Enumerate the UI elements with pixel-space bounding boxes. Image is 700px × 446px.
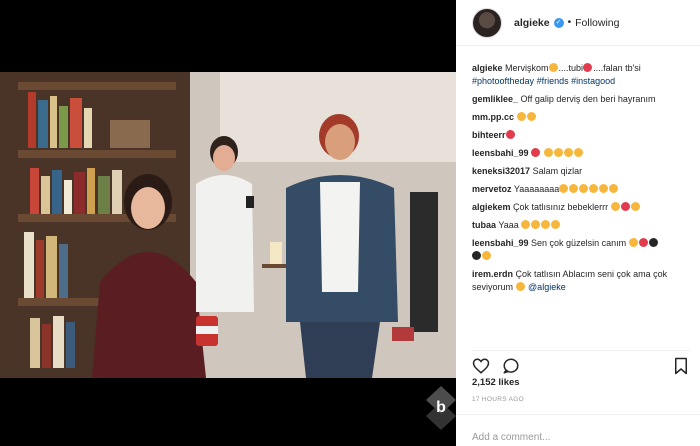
- heart-emoji-icon: [505, 130, 515, 139]
- watermark-logo: b: [426, 386, 456, 430]
- comments-list: algieke Mervişkom ....tubi ....falan tb'si…: [472, 62, 690, 346]
- post-header: algieke ✓ • Following: [456, 0, 700, 46]
- following-button[interactable]: Following: [575, 17, 619, 29]
- comment-username[interactable]: tubaa: [472, 220, 496, 230]
- heart-emoji-icon: [620, 202, 630, 211]
- comment-username[interactable]: leensbahi_99: [472, 148, 529, 158]
- comment-username[interactable]: mm.pp.cc: [472, 112, 514, 122]
- emoji-icon: [516, 112, 526, 121]
- comment-text: Yaaa: [496, 220, 519, 230]
- comment-username[interactable]: mervetoz: [472, 184, 512, 194]
- heart-emoji-icon: [472, 251, 481, 260]
- emoji-icon: [609, 184, 619, 193]
- emoji-icon: [599, 184, 609, 193]
- comment-input[interactable]: [472, 432, 672, 443]
- comment: keneksi32017 Salam qizlar: [472, 165, 690, 178]
- heart-emoji-icon: [648, 238, 658, 247]
- add-comment-bar: [456, 414, 700, 446]
- emoji-icon: [553, 148, 563, 157]
- likes-count[interactable]: 2,152 likes: [472, 377, 520, 388]
- bookmark-icon[interactable]: [672, 357, 690, 375]
- comment-username[interactable]: bihteerr: [472, 130, 506, 140]
- photo-illustration: [0, 72, 456, 378]
- comment-text-part: ....tubi: [558, 63, 584, 73]
- post-side-panel: algieke ✓ • Following algieke Mervişkom.…: [456, 0, 700, 446]
- heart-emoji-icon: [638, 238, 648, 247]
- comment: mervetoz Yaaaaaaaa: [472, 183, 690, 196]
- emoji-icon: [526, 112, 536, 121]
- comment-username[interactable]: algiekem: [472, 202, 511, 212]
- comment: bihteerr: [472, 129, 690, 142]
- emoji-icon: [559, 184, 569, 193]
- emoji-icon: [628, 238, 638, 247]
- author-username[interactable]: algieke: [514, 17, 550, 29]
- post-actions: [472, 350, 690, 375]
- emoji-icon: [630, 202, 640, 211]
- avatar[interactable]: [472, 7, 502, 38]
- emoji-icon: [563, 148, 573, 157]
- post-photo[interactable]: [0, 72, 456, 378]
- emoji-icon: [531, 220, 541, 229]
- emoji-icon: [589, 184, 599, 193]
- comment: algiekem Çok tatlısınız bebeklerrr: [472, 201, 690, 214]
- post-timestamp: 17 HOURS AGO: [472, 396, 525, 403]
- comment-username[interactable]: algieke: [472, 63, 503, 73]
- comment-text: Sen çok güzelsin canım: [528, 238, 627, 248]
- comment-username[interactable]: irem.erdn: [472, 269, 513, 279]
- comment-icon[interactable]: [502, 357, 520, 375]
- heart-emoji-icon: [531, 148, 541, 157]
- hashtag-link[interactable]: #friends: [537, 76, 569, 86]
- mention-link[interactable]: @algieke: [528, 282, 566, 292]
- emoji-icon: [583, 63, 593, 72]
- comment: leensbahi_99: [472, 147, 690, 160]
- heart-icon[interactable]: [472, 357, 490, 375]
- emoji-icon: [543, 148, 553, 157]
- comment-text: Mervişkom: [502, 63, 549, 73]
- emoji-icon: [573, 148, 583, 157]
- comment-text: Çok tatlısınız bebeklerrr: [510, 202, 609, 212]
- comment-username[interactable]: gemliklee_: [472, 94, 518, 104]
- comment-username[interactable]: leensbahi_99: [472, 238, 529, 248]
- comment: gemliklee_ Off galip derviş den beri hay…: [472, 93, 690, 106]
- emoji-icon: [521, 220, 531, 229]
- comment-text-part: ....falan tb'si: [593, 63, 641, 73]
- caption-comment: algieke Mervişkom ....tubi ....falan tb'si…: [472, 62, 690, 88]
- comment: tubaa Yaaa: [472, 219, 690, 232]
- comment-text: Salam qizlar: [530, 166, 583, 176]
- emoji-icon: [515, 282, 525, 291]
- comment: mm.pp.cc: [472, 111, 690, 124]
- emoji-icon: [548, 63, 558, 72]
- emoji-icon: [579, 184, 589, 193]
- comment-text: Off galip derviş den beri hayranım: [518, 94, 656, 104]
- hashtag-link[interactable]: #photooftheday: [472, 76, 534, 86]
- comment-text: Yaaaaaaaa: [511, 184, 560, 194]
- emoji-icon: [569, 184, 579, 193]
- svg-text:b: b: [436, 399, 446, 416]
- emoji-icon: [482, 251, 491, 260]
- comment: leensbahi_99 Sen çok güzelsin canım: [472, 237, 690, 263]
- verified-badge-icon: ✓: [553, 17, 564, 28]
- emoji-icon: [610, 202, 620, 211]
- emoji-icon: [551, 220, 561, 229]
- comment: irem.erdn Çok tatlısın Ablacım seni çok …: [472, 268, 690, 294]
- post-media-area: b: [0, 0, 456, 446]
- comment-username[interactable]: keneksi32017: [472, 166, 530, 176]
- emoji-icon: [541, 220, 551, 229]
- hashtag-link[interactable]: #instagood: [571, 76, 615, 86]
- separator-dot: •: [567, 17, 572, 28]
